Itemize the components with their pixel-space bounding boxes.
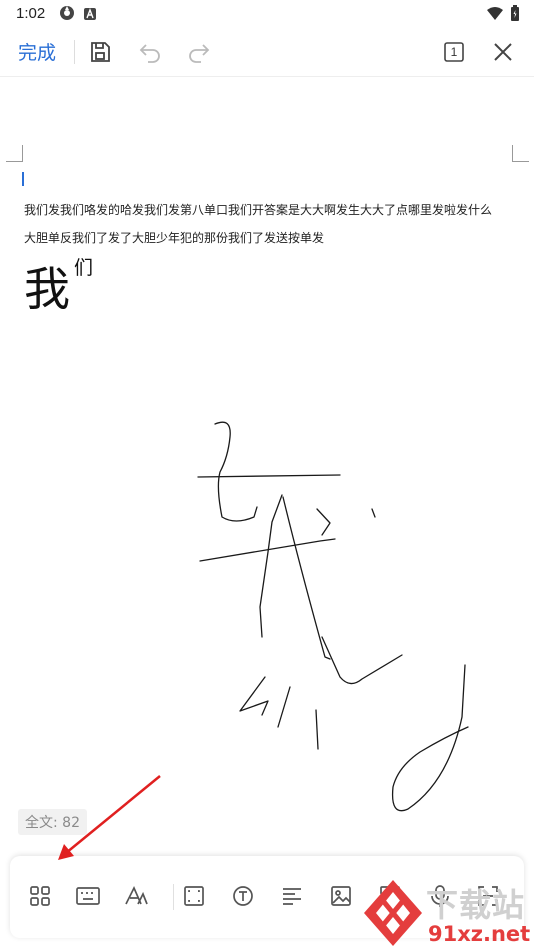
fullscreen-icon[interactable] (180, 882, 208, 910)
redo-icon[interactable] (185, 38, 213, 66)
app-badge-icon (59, 5, 75, 25)
status-time: 1:02 (16, 5, 46, 22)
watermark-top-text: 下载站 (426, 886, 526, 924)
toolbar-divider (74, 40, 75, 64)
apps-grid-icon[interactable] (26, 882, 54, 910)
close-icon[interactable] (489, 38, 517, 66)
watermark-logo-icon (364, 880, 422, 946)
done-button[interactable]: 完成 (18, 38, 56, 65)
align-left-icon[interactable] (278, 882, 306, 910)
toolbar-divider (173, 884, 174, 910)
watermark: 下载站 91xz.net (362, 878, 534, 950)
handwriting-ink[interactable] (0, 77, 534, 857)
insert-image-icon[interactable] (327, 882, 355, 910)
status-bar: 1:02 (0, 0, 534, 28)
page-count-icon[interactable]: 1 (440, 38, 468, 66)
word-count-badge: 全文: 82 (18, 809, 87, 835)
save-icon[interactable] (86, 38, 114, 66)
battery-icon (510, 5, 520, 26)
keyboard-icon[interactable] (74, 882, 102, 910)
wifi-icon (486, 6, 504, 25)
top-toolbar: 完成 1 (0, 28, 534, 77)
insert-text-icon[interactable] (229, 882, 257, 910)
notification-a-icon (83, 6, 97, 25)
document-canvas[interactable]: 我们发我们咯发的哈发我们发第八单口我们开答案是大大啊发生大大了点哪里发啦发什么 … (0, 77, 534, 857)
text-style-icon[interactable] (122, 882, 150, 910)
undo-icon[interactable] (136, 38, 164, 66)
page-number: 1 (450, 45, 458, 59)
watermark-bottom-text: 91xz.net (428, 922, 531, 946)
